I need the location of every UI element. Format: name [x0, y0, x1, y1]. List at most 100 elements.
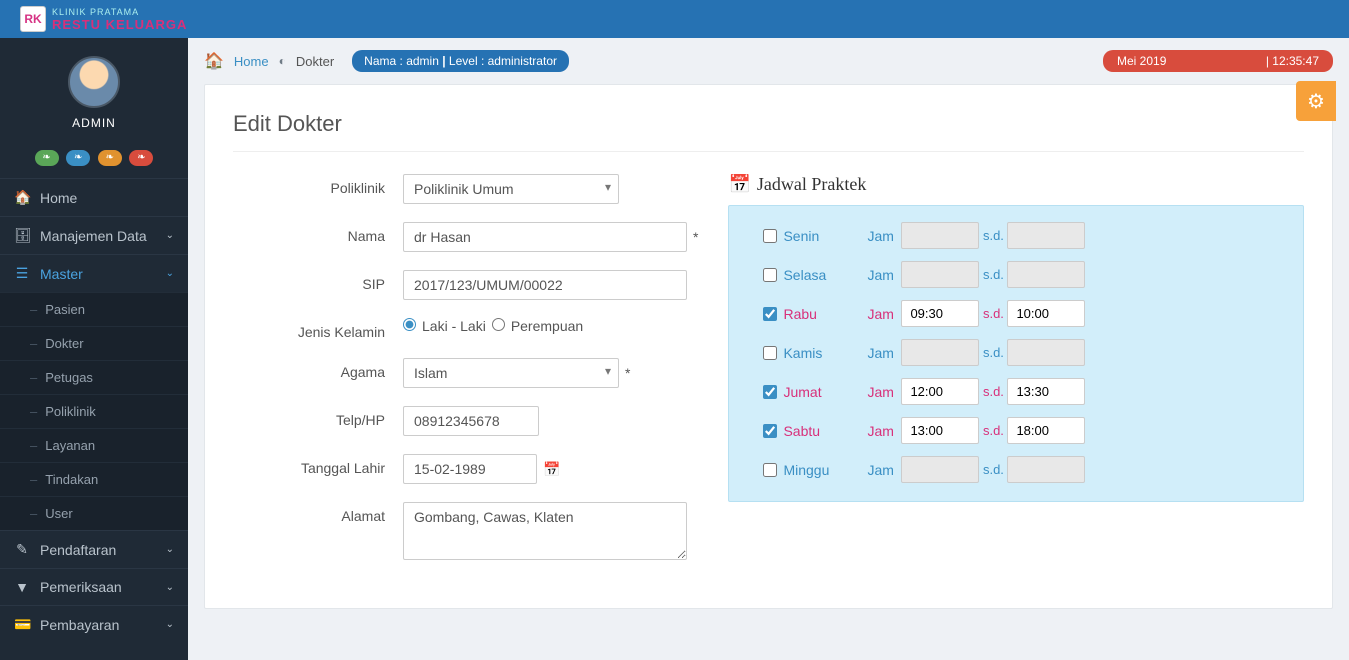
status-pills: ❧ ❧ ❧ ❧: [0, 138, 188, 178]
breadcrumb-home[interactable]: Home: [234, 54, 269, 69]
day-checkbox-wrapper[interactable]: Jumat: [763, 384, 867, 400]
radio-laki-wrapper[interactable]: Laki - Laki: [403, 318, 486, 334]
jadwal-column: 📅 Jadwal Praktek SeninJams.d.SelasaJams.…: [728, 174, 1304, 502]
sidebar-item-master[interactable]: ☰ Master ⌄: [0, 254, 188, 292]
date-time-badge: Mei 2019 | 12:35:47: [1103, 50, 1333, 72]
sd-label: s.d.: [979, 267, 1007, 282]
label-nama: Nama: [233, 222, 403, 244]
sd-label: s.d.: [979, 384, 1007, 399]
drive-icon: 🗄: [14, 227, 30, 244]
sidebar-item-manajemen-data[interactable]: 🗄 Manajemen Data ⌄: [0, 216, 188, 254]
brand-subtitle: KLINIK PRATAMA: [52, 7, 187, 17]
radio-perempuan[interactable]: [492, 318, 505, 331]
day-checkbox[interactable]: [763, 346, 777, 360]
sidebar-submenu-master: –Pasien –Dokter –Petugas –Poliklinik –La…: [0, 292, 188, 530]
radio-perempuan-wrapper[interactable]: Perempuan: [492, 318, 583, 334]
jadwal-row: RabuJams.d.: [763, 300, 1285, 327]
poliklinik-select[interactable]: [403, 174, 619, 204]
agama-select[interactable]: [403, 358, 619, 388]
nama-input[interactable]: [403, 222, 687, 252]
settings-button[interactable]: ⚙: [1296, 81, 1336, 121]
breadcrumb-current: Dokter: [296, 54, 334, 69]
jam-label: Jam: [867, 345, 901, 361]
time-to-input[interactable]: [1007, 300, 1085, 327]
sidebar-item-home[interactable]: 🏠 Home: [0, 178, 188, 216]
sidebar-subitem-tindakan[interactable]: –Tindakan: [0, 462, 188, 496]
day-checkbox[interactable]: [763, 229, 777, 243]
day-checkbox[interactable]: [763, 463, 777, 477]
sidebar-subitem-petugas[interactable]: –Petugas: [0, 360, 188, 394]
sidebar-subitem-pasien[interactable]: –Pasien: [0, 292, 188, 326]
jadwal-row: SeninJams.d.: [763, 222, 1285, 249]
day-checkbox-wrapper[interactable]: Sabtu: [763, 423, 867, 439]
user-block: ADMIN: [0, 38, 188, 138]
day-checkbox-wrapper[interactable]: Minggu: [763, 462, 867, 478]
time-to-input: [1007, 222, 1085, 249]
label-telp: Telp/HP: [233, 406, 403, 428]
day-checkbox[interactable]: [763, 385, 777, 399]
sidebar-item-label: Master: [40, 266, 83, 282]
chevron-down-icon: ⌄: [166, 582, 174, 593]
sidebar-item-label: Pendaftaran: [40, 542, 116, 558]
sidebar-item-label: Pembayaran: [40, 617, 119, 633]
telp-input[interactable]: [403, 406, 539, 436]
required-mark: *: [625, 365, 630, 381]
time-to-input[interactable]: [1007, 378, 1085, 405]
time-from-input[interactable]: [901, 378, 979, 405]
day-checkbox-wrapper[interactable]: Rabu: [763, 306, 867, 322]
avatar: [68, 56, 120, 108]
sd-label: s.d.: [979, 228, 1007, 243]
nav: 🏠 Home 🗄 Manajemen Data ⌄ ☰ Master ⌄ –Pa…: [0, 178, 188, 643]
sidebar-subitem-dokter[interactable]: –Dokter: [0, 326, 188, 360]
jam-label: Jam: [867, 462, 901, 478]
sidebar-item-pemeriksaan[interactable]: ▼ Pemeriksaan ⌄: [0, 568, 188, 605]
day-label: Minggu: [783, 462, 829, 478]
calendar-icon[interactable]: 📅: [543, 461, 560, 478]
chevron-down-icon: ⌄: [166, 544, 174, 555]
leaf-icon[interactable]: ❧: [98, 150, 122, 166]
sidebar-item-pembayaran[interactable]: 💳 Pembayaran ⌄: [0, 605, 188, 643]
day-checkbox-wrapper[interactable]: Kamis: [763, 345, 867, 361]
tgl-lahir-input[interactable]: [403, 454, 537, 484]
alamat-textarea[interactable]: [403, 502, 687, 560]
time-from-input[interactable]: [901, 300, 979, 327]
time-from-input: [901, 456, 979, 483]
edit-icon: ✎: [14, 541, 30, 558]
time-from-input: [901, 339, 979, 366]
sidebar-subitem-poliklinik[interactable]: –Poliklinik: [0, 394, 188, 428]
sip-input[interactable]: [403, 270, 687, 300]
day-label: Rabu: [783, 306, 816, 322]
label-alamat: Alamat: [233, 502, 403, 524]
day-checkbox[interactable]: [763, 268, 777, 282]
sd-label: s.d.: [979, 306, 1007, 321]
breadcrumb-separator-icon: ◐: [279, 54, 286, 68]
day-label: Sabtu: [783, 423, 820, 439]
form-column: Poliklinik Nama * SIP: [233, 174, 698, 578]
radio-laki[interactable]: [403, 318, 416, 331]
leaf-icon[interactable]: ❧: [66, 150, 90, 166]
home-icon: 🏠: [14, 189, 30, 206]
filter-icon: ▼: [14, 579, 30, 595]
month-label: Mei 2019: [1117, 54, 1166, 68]
jadwal-row: SelasaJams.d.: [763, 261, 1285, 288]
sidebar-item-pendaftaran[interactable]: ✎ Pendaftaran ⌄: [0, 530, 188, 568]
sidebar-subitem-user[interactable]: –User: [0, 496, 188, 530]
day-label: Kamis: [783, 345, 822, 361]
sidebar-item-label: Pemeriksaan: [40, 579, 122, 595]
page-title: Edit Dokter: [233, 111, 1304, 152]
sd-label: s.d.: [979, 423, 1007, 438]
label-poliklinik: Poliklinik: [233, 174, 403, 196]
leaf-icon[interactable]: ❧: [35, 150, 59, 166]
day-checkbox-wrapper[interactable]: Senin: [763, 228, 867, 244]
day-checkbox-wrapper[interactable]: Selasa: [763, 267, 867, 283]
day-checkbox[interactable]: [763, 424, 777, 438]
time-from-input[interactable]: [901, 417, 979, 444]
list-icon: ☰: [14, 265, 30, 282]
time-to-input: [1007, 261, 1085, 288]
leaf-icon[interactable]: ❧: [129, 150, 153, 166]
sidebar-subitem-layanan[interactable]: –Layanan: [0, 428, 188, 462]
time-to-input[interactable]: [1007, 417, 1085, 444]
chevron-down-icon: ⌄: [166, 268, 174, 279]
breadcrumb-row: 🏠 Home ◐ Dokter Nama : admin | Level : a…: [204, 50, 1333, 72]
day-checkbox[interactable]: [763, 307, 777, 321]
